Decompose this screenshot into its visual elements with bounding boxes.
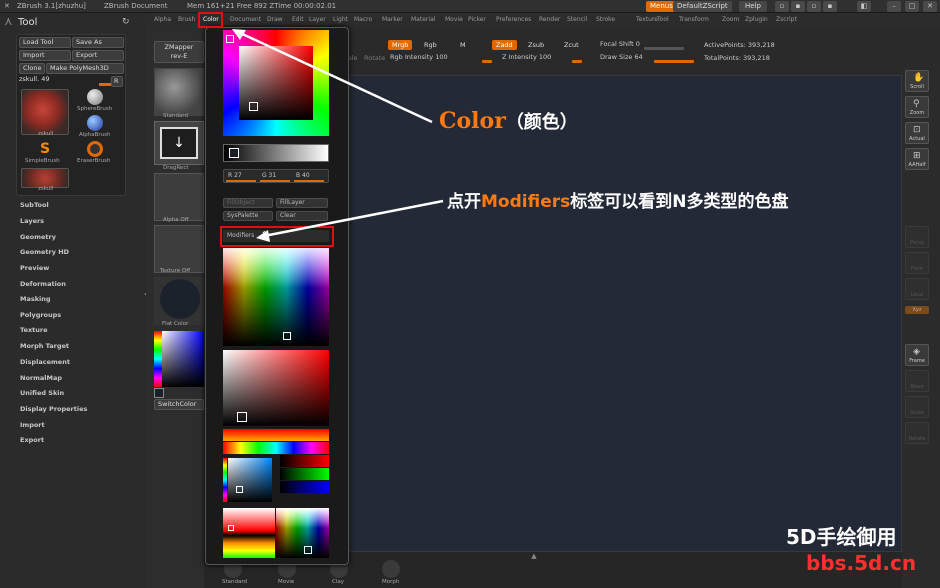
watermark-url: bbs.5d.cn — [806, 551, 917, 575]
annotation-color-en: Color — [439, 108, 506, 134]
watermark-text: 5D手绘御用 — [786, 525, 897, 549]
annotation-modifiers-prefix: 点开 — [447, 192, 481, 212]
annotation-arrows — [232, 29, 444, 242]
arrow-line-to-modifiers — [263, 199, 444, 238]
annotation-modifiers-word: Modifiers — [481, 192, 571, 212]
annotation-modifiers-suffix: 标签可以看到N多类型的色盘 — [570, 192, 789, 212]
annotation-modifiers: 点开Modifiers标签可以看到N多类型的色盘 — [447, 187, 788, 212]
arrow-line-to-color — [237, 30, 433, 124]
annotation-color: Color（颜色） — [439, 108, 578, 134]
arrow-head-to-modifiers — [256, 230, 270, 242]
annotation-color-cn: （颜色） — [505, 112, 578, 133]
